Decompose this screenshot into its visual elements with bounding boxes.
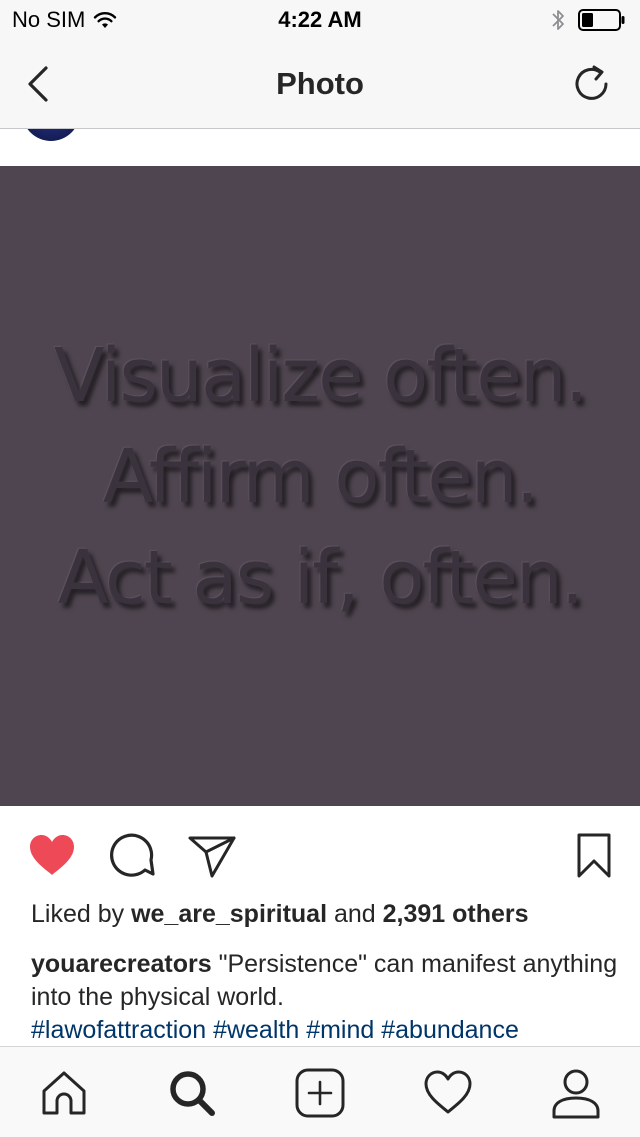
avatar[interactable] — [22, 129, 80, 141]
heart-filled-icon — [30, 835, 74, 875]
photo-quote-line: Act as if, often. — [57, 535, 585, 621]
page-title: Photo — [276, 66, 364, 101]
post-actions — [0, 806, 640, 902]
post-caption: youarecreators "Persistence" can manifes… — [31, 948, 621, 1047]
comment-button[interactable] — [106, 830, 158, 882]
likes-count-link[interactable]: 2,391 others — [383, 900, 529, 928]
hashtag-link[interactable]: #mind — [306, 1016, 374, 1044]
tab-search[interactable] — [164, 1065, 220, 1121]
save-button[interactable] — [568, 830, 620, 882]
hashtag-link[interactable]: #wealth — [213, 1016, 299, 1044]
search-icon — [170, 1071, 215, 1116]
tab-activity[interactable] — [420, 1065, 476, 1121]
photo-quote: Visualize often. Affirm often. Act as if… — [0, 326, 640, 629]
photo-quote-line: Affirm often. — [102, 434, 539, 520]
refresh-button[interactable] — [570, 62, 614, 106]
send-icon — [188, 836, 236, 878]
like-button[interactable] — [26, 830, 78, 882]
liked-by-user-link[interactable]: we_are_spiritual — [131, 900, 327, 928]
tab-home[interactable] — [36, 1065, 92, 1121]
tab-profile[interactable] — [548, 1065, 604, 1121]
comment-icon — [110, 833, 155, 877]
refresh-icon — [575, 65, 608, 100]
add-post-icon — [295, 1068, 345, 1118]
caption-username-link[interactable]: youarecreators — [31, 950, 212, 978]
battery-fill — [582, 13, 593, 27]
status-bar: No SIM 4:22 AM — [0, 0, 640, 40]
photo-quote-line: Visualize often. — [53, 333, 588, 419]
activity-heart-icon — [424, 1070, 472, 1114]
post-header — [0, 129, 640, 165]
navigation-bar: Photo — [0, 40, 640, 129]
home-icon — [42, 1071, 86, 1115]
clock: 4:22 AM — [278, 7, 362, 32]
likes-prefix: Liked by — [31, 900, 125, 928]
tab-add-post[interactable] — [292, 1065, 348, 1121]
hashtag-link[interactable]: #abundance — [381, 1016, 519, 1044]
tab-bar — [0, 1046, 640, 1137]
battery-icon — [578, 9, 625, 31]
hashtag-link[interactable]: #lawofattraction — [31, 1016, 206, 1044]
share-button[interactable] — [186, 830, 238, 882]
bookmark-icon — [577, 833, 611, 878]
likes-line: Liked by we_are_spiritual and 2,391 othe… — [31, 900, 529, 929]
profile-icon — [552, 1069, 600, 1119]
bluetooth-icon — [552, 10, 564, 30]
post-photo[interactable]: Visualize often. Affirm often. Act as if… — [0, 166, 640, 806]
likes-and: and — [333, 900, 376, 928]
